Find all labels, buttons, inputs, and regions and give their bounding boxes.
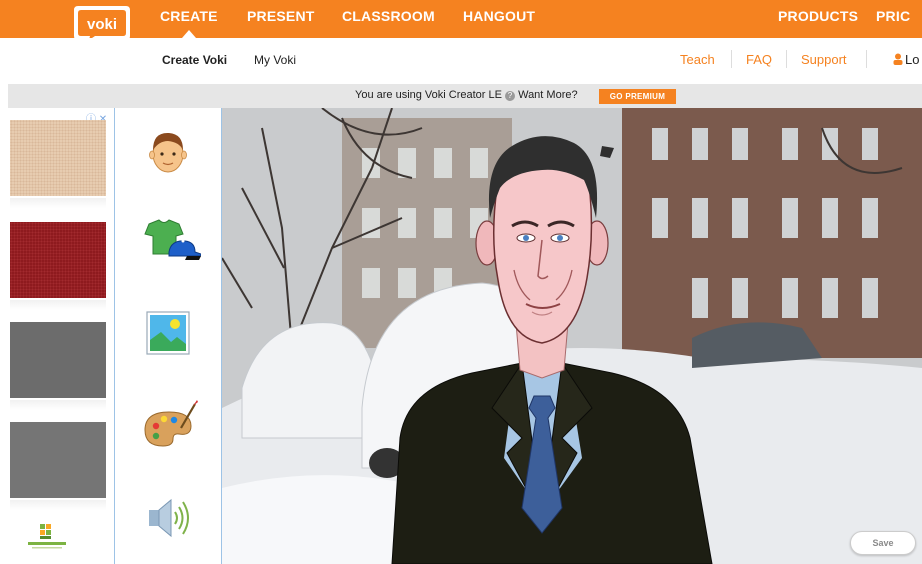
divider: [866, 50, 867, 68]
divider: [731, 50, 732, 68]
ad-tile[interactable]: [10, 322, 106, 398]
color-palette-icon[interactable]: [135, 398, 201, 454]
tool-sidebar: [114, 108, 222, 564]
help-icon[interactable]: ?: [505, 91, 516, 101]
subnav-support[interactable]: Support: [801, 52, 847, 67]
sponsor-logo[interactable]: [24, 524, 70, 552]
nav-hangout[interactable]: HANGOUT: [463, 8, 535, 24]
logo-text: voki: [87, 16, 117, 33]
voice-icon[interactable]: [135, 490, 201, 546]
subnav-teach[interactable]: Teach: [680, 52, 715, 67]
stage-scene: [222, 108, 922, 564]
ad-column: ⓘ ✕: [0, 108, 114, 564]
subnav-create-voki[interactable]: Create Voki: [162, 53, 227, 67]
ad-tile[interactable]: [10, 222, 106, 298]
premium-notice-bar: You are using Voki Creator LE ? Want Mor…: [8, 84, 922, 108]
sub-nav: Create Voki My Voki Teach FAQ Support Lo: [0, 38, 922, 84]
user-icon: [893, 53, 903, 65]
go-premium-button[interactable]: GO PREMIUM: [599, 89, 676, 104]
background-icon[interactable]: [135, 306, 201, 362]
nav-pricing[interactable]: PRIC: [876, 8, 910, 24]
nav-classroom[interactable]: CLASSROOM: [342, 8, 435, 24]
active-nav-indicator: [182, 30, 196, 38]
ad-divider: [10, 300, 106, 310]
subnav-my-voki[interactable]: My Voki: [254, 53, 296, 67]
ad-tile[interactable]: [10, 120, 106, 196]
nav-products[interactable]: PRODUCTS: [778, 8, 858, 24]
ad-divider: [10, 400, 106, 410]
save-button[interactable]: Save: [850, 531, 916, 555]
nav-present[interactable]: PRESENT: [247, 8, 315, 24]
voki-stage: [222, 108, 922, 564]
ad-divider: [10, 500, 106, 510]
nav-create[interactable]: CREATE: [160, 8, 218, 24]
ad-tile[interactable]: [10, 422, 106, 498]
clothing-icon[interactable]: [135, 214, 201, 270]
divider: [786, 50, 787, 68]
ad-divider: [10, 198, 106, 208]
notice-text: You are using Voki Creator LE ? Want Mor…: [355, 89, 578, 101]
top-nav: voki CREATE PRESENT CLASSROOM HANGOUT PR…: [0, 0, 922, 46]
subnav-faq[interactable]: FAQ: [746, 52, 772, 67]
login-link[interactable]: Lo: [905, 52, 919, 67]
character-icon[interactable]: [135, 122, 201, 178]
